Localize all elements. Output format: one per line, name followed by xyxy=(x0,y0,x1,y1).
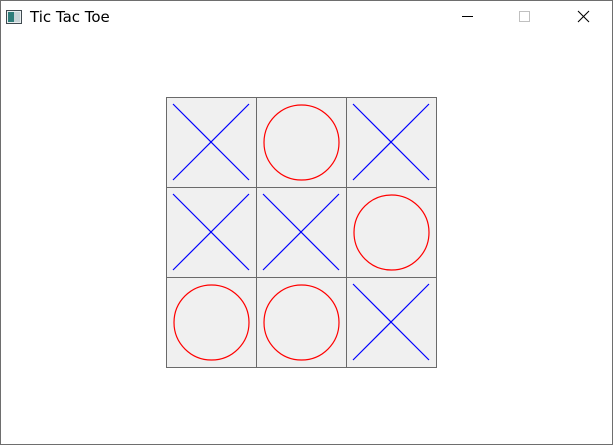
app-window: Tic Tac Toe xyxy=(0,0,613,445)
x-mark-icon xyxy=(172,193,250,271)
board-cell-r1-c2[interactable] xyxy=(256,97,347,188)
x-mark-icon xyxy=(172,103,250,181)
window-title: Tic Tac Toe xyxy=(30,8,110,26)
title-bar[interactable]: Tic Tac Toe xyxy=(1,1,612,32)
maximize-icon xyxy=(519,11,530,22)
x-mark-icon xyxy=(352,103,430,181)
tic-tac-toe-board xyxy=(166,97,437,368)
application-icon xyxy=(6,10,22,24)
minimize-icon xyxy=(462,16,473,17)
o-mark-icon xyxy=(263,104,340,181)
board-cell-r1-c1[interactable] xyxy=(166,97,257,188)
minimize-button[interactable] xyxy=(438,1,496,32)
board-cell-r2-c2[interactable] xyxy=(256,187,347,278)
o-mark-icon xyxy=(173,284,250,361)
board-cell-r1-c3[interactable] xyxy=(346,97,437,188)
board-cell-r3-c1[interactable] xyxy=(166,277,257,368)
x-mark-icon xyxy=(352,283,430,361)
close-icon xyxy=(577,10,590,23)
board-cell-r3-c3[interactable] xyxy=(346,277,437,368)
board-cell-r2-c3[interactable] xyxy=(346,187,437,278)
o-mark-icon xyxy=(353,194,430,271)
o-mark-icon xyxy=(263,284,340,361)
maximize-button[interactable] xyxy=(496,1,554,32)
board-cell-r2-c1[interactable] xyxy=(166,187,257,278)
client-area xyxy=(1,32,612,444)
close-button[interactable] xyxy=(554,1,612,32)
board-cell-r3-c2[interactable] xyxy=(256,277,347,368)
x-mark-icon xyxy=(262,193,340,271)
